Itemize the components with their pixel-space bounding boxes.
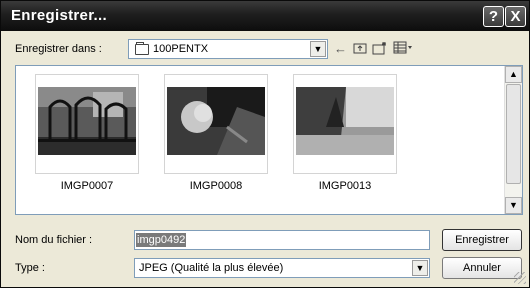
title-bar: Enregistrer... ? X — [1, 1, 529, 31]
scroll-down-button[interactable]: ▼ — [505, 197, 522, 214]
save-in-label: Enregistrer dans : — [15, 43, 102, 55]
save-button[interactable]: Enregistrer — [442, 229, 522, 251]
window-title: Enregistrer... — [11, 7, 107, 24]
file-item-imgp0013[interactable] — [293, 74, 397, 174]
filename-value: imgp0492 — [136, 233, 187, 247]
resize-grip[interactable] — [514, 272, 526, 284]
save-dialog: Enregistrer... ? X Enregistrer dans : 10… — [0, 0, 530, 288]
filename-label: Nom du fichier : — [15, 234, 93, 246]
file-name: IMGP0013 — [318, 180, 372, 192]
save-in-value: 100PENTX — [153, 43, 209, 55]
photo-thumbnail-gate — [38, 87, 136, 155]
chevron-down-icon[interactable]: ▼ — [412, 260, 428, 276]
file-name: IMGP0007 — [60, 180, 114, 192]
file-item-imgp0007[interactable] — [35, 74, 139, 174]
up-folder-icon[interactable] — [353, 41, 367, 57]
arrow-left-icon[interactable]: ← — [334, 41, 347, 56]
views-menu-icon[interactable] — [393, 41, 413, 57]
scroll-up-button[interactable]: ▲ — [505, 66, 522, 83]
save-in-dropdown[interactable]: 100PENTX ▼ — [128, 39, 328, 59]
file-name: IMGP0008 — [189, 180, 243, 192]
folder-icon — [135, 42, 149, 55]
chevron-down-icon[interactable]: ▼ — [310, 41, 326, 57]
help-button[interactable]: ? — [483, 6, 504, 27]
photo-thumbnail-landscape — [296, 87, 394, 155]
type-label: Type : — [15, 262, 45, 274]
cancel-button[interactable]: Annuler — [442, 257, 522, 279]
scroll-thumb[interactable] — [506, 84, 521, 184]
file-list[interactable]: IMGP0007 IMGP0008 IMGP0013 ▲ ▼ — [15, 65, 523, 215]
file-item-imgp0008[interactable] — [164, 74, 268, 174]
photo-thumbnail-flower — [167, 87, 265, 155]
new-folder-icon[interactable] — [372, 41, 388, 58]
vertical-scrollbar[interactable]: ▲ ▼ — [504, 66, 522, 214]
type-value: JPEG (Qualité la plus élevée) — [139, 262, 284, 274]
type-dropdown[interactable]: JPEG (Qualité la plus élevée) ▼ — [134, 258, 430, 278]
filename-input[interactable]: imgp0492 — [134, 230, 430, 250]
close-button[interactable]: X — [505, 6, 526, 27]
